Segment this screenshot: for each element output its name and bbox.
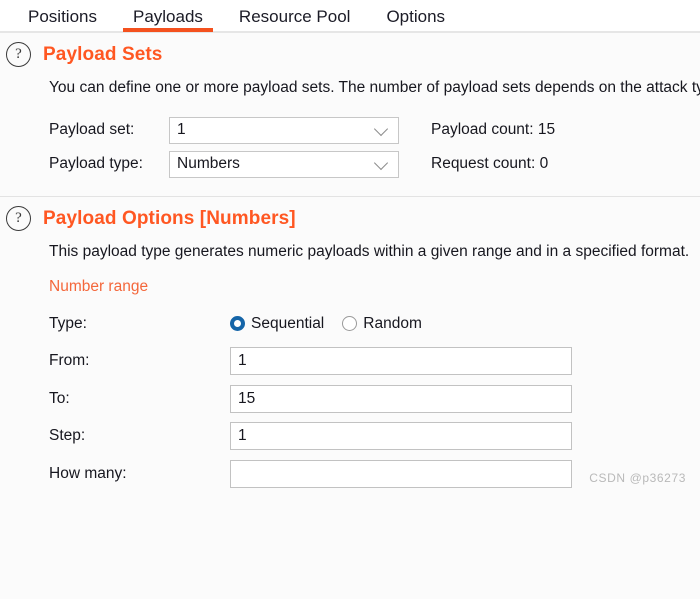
chevron-down-icon bbox=[373, 121, 389, 137]
radio-selected-icon bbox=[230, 316, 245, 332]
type-row: Type: Sequential Random bbox=[49, 305, 700, 343]
number-range-form: Type: Sequential Random From: 1 To: 15 S… bbox=[49, 305, 700, 493]
radio-sequential[interactable]: Sequential bbox=[230, 315, 324, 333]
payload-type-select[interactable]: Numbers bbox=[169, 150, 399, 178]
payload-count-label: Payload count: 15 bbox=[431, 121, 556, 138]
tab-positions-label: Positions bbox=[28, 7, 97, 26]
to-label: To: bbox=[49, 389, 70, 407]
section-payload-sets: ? Payload Sets You can define one or mor… bbox=[0, 33, 700, 181]
to-row: To: 15 bbox=[49, 380, 700, 418]
radio-unselected-icon bbox=[342, 316, 358, 332]
payload-options-description: This payload type generates numeric payl… bbox=[49, 243, 690, 260]
payload-sets-description: You can define one or more payload sets.… bbox=[49, 79, 700, 96]
radio-random-label: Random bbox=[363, 314, 422, 332]
payload-type-value: Numbers bbox=[177, 155, 240, 172]
step-input[interactable]: 1 bbox=[230, 422, 572, 451]
request-count-label: Request count: 0 bbox=[431, 155, 549, 172]
to-input[interactable]: 15 bbox=[230, 384, 572, 413]
payload-set-value: 1 bbox=[177, 121, 186, 138]
how-many-input[interactable] bbox=[230, 459, 572, 488]
how-many-label: How many: bbox=[49, 464, 127, 482]
question-circle-icon[interactable]: ? bbox=[6, 42, 31, 67]
from-input[interactable]: 1 bbox=[230, 347, 572, 376]
csdn-watermark: CSDN @p36273 bbox=[589, 470, 686, 485]
payload-type-row: Payload type: Numbers Request count: 0 bbox=[49, 147, 700, 181]
step-row: Step: 1 bbox=[49, 418, 700, 456]
tab-resource-pool-label: Resource Pool bbox=[238, 7, 351, 26]
type-label: Type: bbox=[49, 314, 87, 332]
panel-content: ? Payload Sets You can define one or mor… bbox=[0, 33, 700, 493]
tab-bar: Positions Payloads Resource Pool Options bbox=[0, 0, 700, 33]
payload-set-label: Payload set: bbox=[49, 121, 135, 138]
tab-resource-pool[interactable]: Resource Pool bbox=[221, 0, 369, 30]
payload-sets-title: Payload Sets bbox=[43, 43, 163, 65]
to-input-value: 15 bbox=[238, 389, 256, 407]
payload-type-label: Payload type: bbox=[49, 155, 143, 172]
from-row: From: 1 bbox=[49, 343, 700, 381]
tab-positions[interactable]: Positions bbox=[10, 0, 115, 30]
payload-sets-form: Payload set: 1 Payload count: 15 Payload… bbox=[49, 113, 700, 181]
step-label: Step: bbox=[49, 427, 86, 445]
tab-options-label: Options bbox=[386, 7, 446, 26]
type-radio-group: Sequential Random bbox=[230, 315, 440, 333]
payload-options-header: ? Payload Options [Numbers] bbox=[0, 197, 700, 231]
number-range-subheading: Number range bbox=[49, 278, 149, 295]
chevron-down-icon bbox=[373, 155, 389, 171]
radio-random[interactable]: Random bbox=[342, 315, 422, 333]
payload-options-title: Payload Options [Numbers] bbox=[43, 207, 296, 229]
payload-sets-header: ? Payload Sets bbox=[0, 33, 700, 67]
step-input-value: 1 bbox=[238, 427, 247, 445]
radio-sequential-label: Sequential bbox=[251, 314, 325, 332]
tab-payloads-label: Payloads bbox=[132, 7, 203, 26]
tab-payloads[interactable]: Payloads bbox=[115, 0, 221, 32]
from-label: From: bbox=[49, 352, 90, 370]
payload-set-select[interactable]: 1 bbox=[169, 116, 399, 144]
payload-set-row: Payload set: 1 Payload count: 15 bbox=[49, 113, 700, 147]
section-payload-options: ? Payload Options [Numbers] This payload… bbox=[0, 197, 700, 493]
tab-options[interactable]: Options bbox=[368, 0, 463, 30]
from-input-value: 1 bbox=[238, 352, 247, 370]
question-circle-icon[interactable]: ? bbox=[6, 206, 31, 231]
